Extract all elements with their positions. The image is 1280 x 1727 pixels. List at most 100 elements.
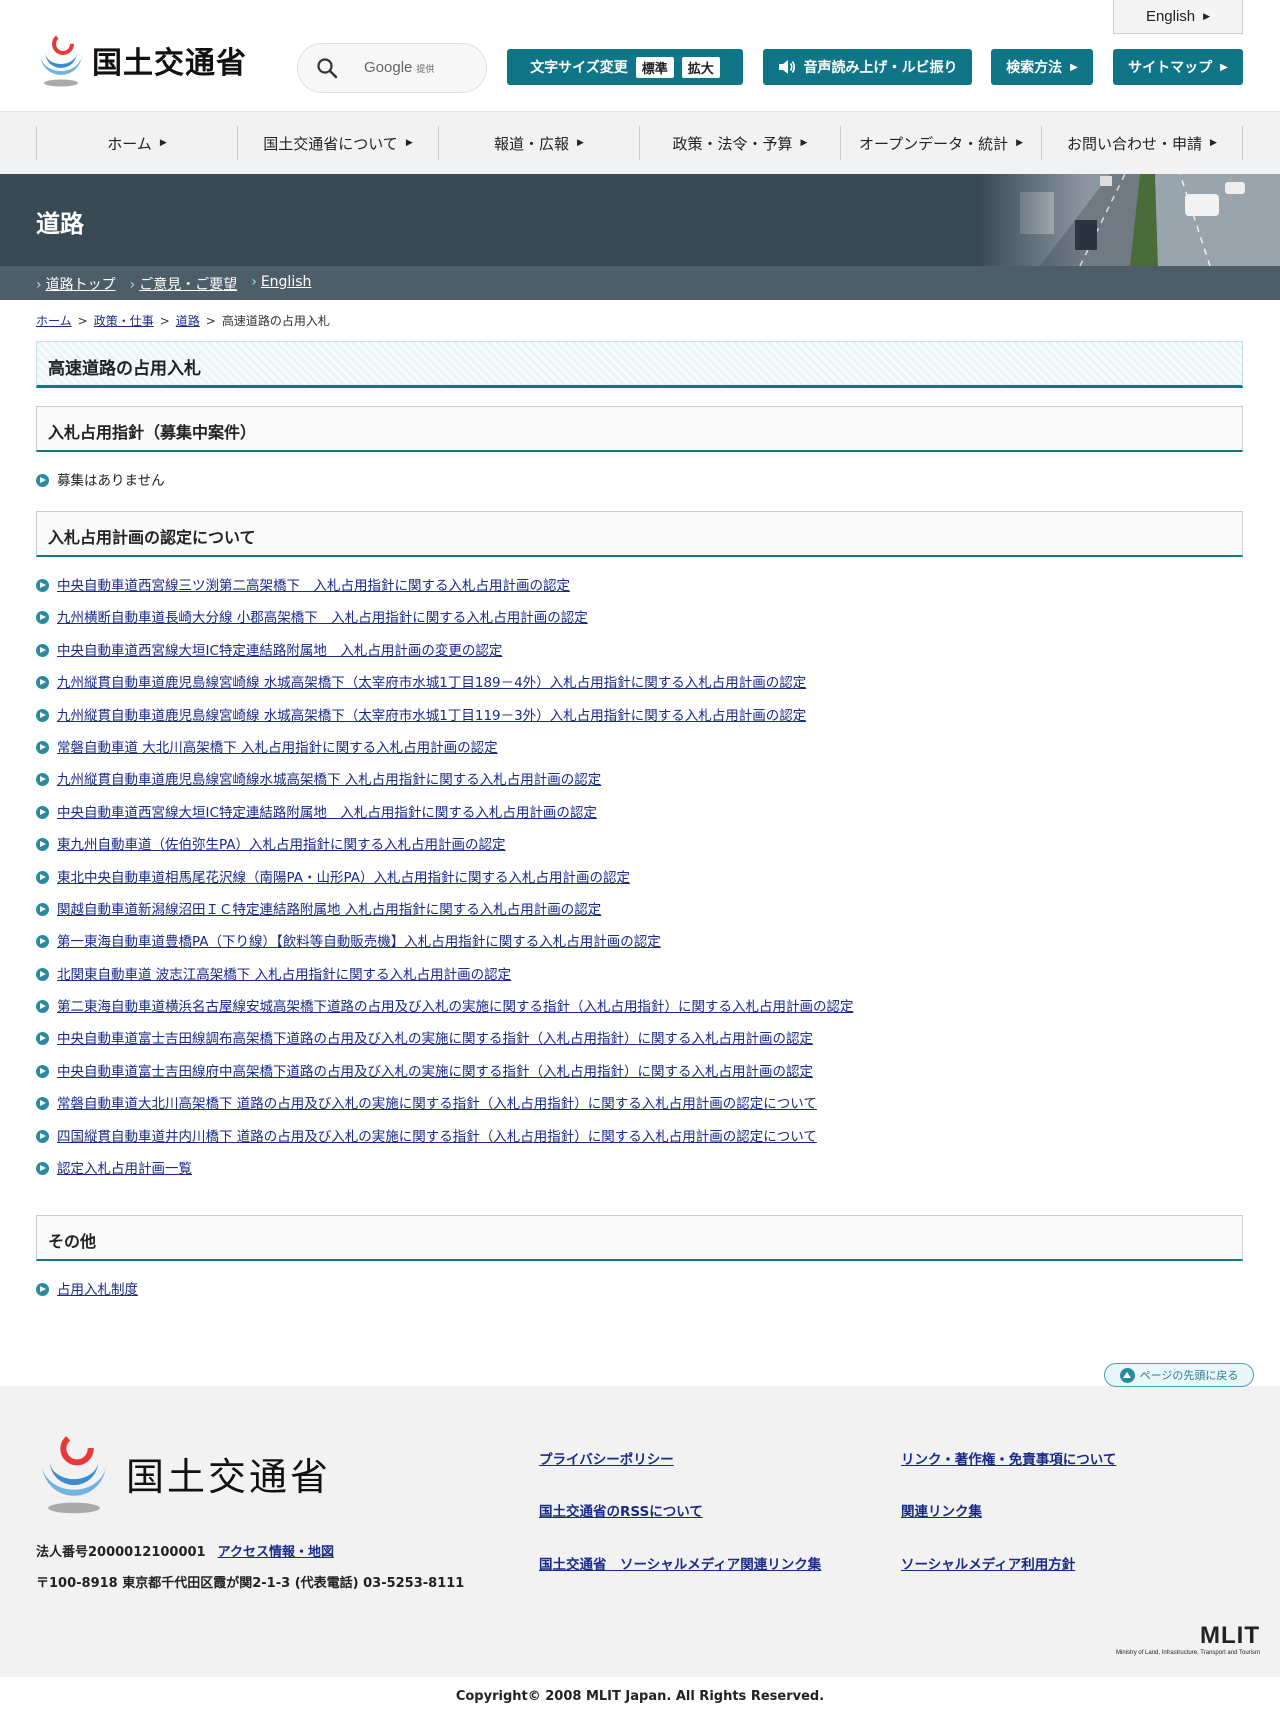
social-policy-link[interactable]: ソーシャルメディア利用方針 bbox=[901, 1553, 1075, 1573]
gnav-item-press[interactable]: 報道・広報 ▶ bbox=[439, 126, 640, 160]
list-item[interactable]: 九州縦貫自動車道鹿児島線宮崎線水城高架橋下 入札占用指針に関する入札占用計画の認… bbox=[36, 770, 854, 802]
breadcrumb-home[interactable]: ホーム bbox=[36, 314, 72, 328]
subnav-road-top[interactable]: 道路トップ bbox=[36, 274, 116, 294]
sitemap-button[interactable]: サイトマップ ▶ bbox=[1113, 49, 1243, 85]
font-size-standard-button[interactable]: 標準 bbox=[635, 56, 674, 78]
search-provider: Google 提供 bbox=[364, 59, 435, 76]
certification-link[interactable]: 第一東海自動車道豊橋PA（下り線）【飲料等自動販売機】入札占用指針に関する入札占… bbox=[57, 934, 661, 950]
certification-link[interactable]: 関越自動車道新潟線沼田ＩＣ特定連結路附属地 入札占用指針に関する入札占用計画の認… bbox=[57, 902, 601, 918]
certification-link[interactable]: 中央自動車道西宮線大垣IC特定連結路附属地 入札占用計画の変更の認定 bbox=[57, 643, 502, 659]
bullet-arrow-icon bbox=[36, 967, 49, 981]
section-subnav: 道路トップ ご意見・ご要望 English bbox=[0, 266, 1280, 300]
highway-photo bbox=[980, 174, 1280, 266]
mlit-logo[interactable]: 国土交通省 bbox=[36, 32, 266, 88]
font-size-large-button[interactable]: 拡大 bbox=[681, 56, 720, 78]
related-links-link[interactable]: 関連リンク集 bbox=[901, 1500, 982, 1520]
certification-link[interactable]: 常磐自動車道大北川高架橋下 道路の占用及び入札の実施に関する指針（入札占用指針）… bbox=[57, 1096, 817, 1112]
subnav-english[interactable]: English bbox=[251, 274, 312, 294]
list-item[interactable]: 認定入札占用計画一覧 bbox=[36, 1159, 854, 1191]
footer-logo[interactable]: 国土交通省 bbox=[36, 1428, 336, 1518]
bullet-arrow-icon bbox=[36, 805, 49, 819]
list-item[interactable]: 四国縦貫自動車道井内川橋下 道路の占用及び入札の実施に関する指針（入札占用指針）… bbox=[36, 1127, 854, 1159]
rss-link[interactable]: 国土交通省のRSSについて bbox=[539, 1500, 703, 1520]
list-item[interactable]: 中央自動車道富士吉田線府中高架橋下道路の占用及び入札の実施に関する指針（入札占用… bbox=[36, 1062, 854, 1094]
certification-link[interactable]: 九州縦貫自動車道鹿児島線宮崎線 水城高架橋下（太宰府市水城1丁目119－3外）入… bbox=[57, 708, 806, 724]
site-footer: 国土交通省 法人番号2000012100001 アクセス情報・地図 〒100-89… bbox=[0, 1386, 1280, 1677]
certification-link[interactable]: 九州横断自動車道長崎大分線 小郡高架橋下 入札占用指針に関する入札占用計画の認定 bbox=[57, 610, 588, 626]
privacy-policy-link[interactable]: プライバシーポリシー bbox=[539, 1448, 674, 1468]
breadcrumb-policy[interactable]: 政策・仕事 bbox=[94, 314, 154, 328]
certification-link[interactable]: 九州縦貫自動車道鹿児島線宮崎線水城高架橋下 入札占用指針に関する入札占用計画の認… bbox=[57, 772, 601, 788]
gnav-item-home[interactable]: ホーム ▶ bbox=[37, 126, 238, 160]
social-links-link[interactable]: 国土交通省 ソーシャルメディア関連リンク集 bbox=[539, 1553, 821, 1573]
triangle-right-icon: ▶ bbox=[1070, 61, 1078, 73]
corporate-number: 法人番号2000012100001 アクセス情報・地図 bbox=[36, 1545, 334, 1560]
certification-link[interactable]: 東北中央自動車道相馬尾花沢線（南陽PA・山形PA）入札占用指針に関する入札占用計… bbox=[57, 870, 630, 886]
certification-link[interactable]: 第二東海自動車道横浜名古屋線安城高架橋下道路の占用及び入札の実施に関する指針（入… bbox=[57, 999, 854, 1015]
gnav-item-policy[interactable]: 政策・法令・予算 ▶ bbox=[640, 126, 841, 160]
certification-link[interactable]: 中央自動車道西宮線大垣IC特定連結路附属地 入札占用指針に関する入札占用計画の認… bbox=[57, 805, 597, 821]
bullet-arrow-icon bbox=[36, 935, 49, 949]
certification-link[interactable]: 北関東自動車道 波志江高架橋下 入札占用指針に関する入札占用計画の認定 bbox=[57, 967, 511, 983]
list-item[interactable]: 東九州自動車道（佐伯弥生PA）入札占用指針に関する入札占用計画の認定 bbox=[36, 835, 854, 867]
bullet-arrow-icon bbox=[36, 1162, 49, 1176]
footer-logo-text: 国土交通省 bbox=[126, 1455, 332, 1499]
bullet-arrow-icon bbox=[36, 643, 49, 657]
list-item[interactable]: 九州縦貫自動車道鹿児島線宮崎線 水城高架橋下（太宰府市水城1丁目119－3外）入… bbox=[36, 706, 854, 738]
search-input[interactable]: Google 提供 bbox=[297, 43, 487, 93]
gnav-item-opendata[interactable]: オープンデータ・統計 ▶ bbox=[841, 126, 1042, 160]
english-label: English bbox=[1145, 8, 1196, 25]
bullet-arrow-icon bbox=[36, 474, 49, 487]
gnav-item-contact[interactable]: お問い合わせ・申請 ▶ bbox=[1042, 126, 1243, 160]
search-method-label: 検索方法 bbox=[1006, 60, 1063, 76]
certification-link[interactable]: 中央自動車道富士吉田線調布高架橋下道路の占用及び入札の実施に関する指針（入札占用… bbox=[57, 1031, 813, 1047]
certification-link[interactable]: 九州縦貫自動車道鹿児島線宮崎線 水城高架橋下（太宰府市水城1丁目189－4外）入… bbox=[57, 675, 806, 691]
site-header: 国土交通省 Google 提供 文字サイズ変更 標準 拡大 音声読み上げ・ルビ振り… bbox=[0, 0, 1280, 111]
certification-link[interactable]: 常磐自動車道 大北川高架橋下 入札占用指針に関する入札占用計画の認定 bbox=[57, 740, 498, 756]
certification-link[interactable]: 中央自動車道西宮線三ツ渕第二高架橋下 入札占用指針に関する入札占用計画の認定 bbox=[57, 578, 570, 594]
logo-text: 国土交通省 bbox=[92, 46, 247, 81]
list-item[interactable]: 東北中央自動車道相馬尾花沢線（南陽PA・山形PA）入札占用指針に関する入札占用計… bbox=[36, 868, 854, 900]
list-item[interactable]: 第二東海自動車道横浜名古屋線安城高架橋下道路の占用及び入札の実施に関する指針（入… bbox=[36, 997, 854, 1029]
list-item[interactable]: 中央自動車道西宮線大垣IC特定連結路附属地 入札占用指針に関する入札占用計画の認… bbox=[36, 803, 854, 835]
bullet-arrow-icon bbox=[36, 579, 49, 592]
search-icon[interactable] bbox=[316, 57, 338, 79]
search-method-button[interactable]: 検索方法 ▶ bbox=[991, 49, 1093, 85]
page-top-button[interactable]: ページの先頭に戻る bbox=[1104, 1363, 1254, 1387]
section-heading-certification: 入札占用計画の認定について bbox=[36, 511, 1243, 557]
certification-link[interactable]: 認定入札占用計画一覧 bbox=[57, 1161, 192, 1177]
triangle-right-icon: ▶ bbox=[405, 138, 413, 148]
speech-ruby-button[interactable]: 音声読み上げ・ルビ振り bbox=[763, 49, 972, 85]
breadcrumb-road[interactable]: 道路 bbox=[176, 314, 200, 328]
certification-link[interactable]: 四国縦貫自動車道井内川橋下 道路の占用及び入札の実施に関する指針（入札占用指針）… bbox=[57, 1129, 817, 1145]
english-button[interactable]: English ▶ bbox=[1113, 0, 1243, 34]
bullet-arrow-icon bbox=[36, 773, 49, 787]
bullet-arrow-icon bbox=[36, 1097, 49, 1111]
bullet-arrow-icon bbox=[36, 902, 49, 916]
list-item[interactable]: 北関東自動車道 波志江高架橋下 入札占用指針に関する入札占用計画の認定 bbox=[36, 965, 854, 997]
link-occupancy-bid-system[interactable]: 占用入札制度 bbox=[57, 1282, 138, 1298]
list-item[interactable]: 常磐自動車道大北川高架橋下 道路の占用及び入札の実施に関する指針（入札占用指針）… bbox=[36, 1094, 854, 1126]
triangle-right-icon: ▶ bbox=[159, 138, 167, 148]
gnav-item-about[interactable]: 国土交通省について ▶ bbox=[238, 126, 439, 160]
section-heading-recruiting: 入札占用指針（募集中案件） bbox=[36, 406, 1243, 452]
list-item[interactable]: 中央自動車道西宮線大垣IC特定連結路附属地 入札占用計画の変更の認定 bbox=[36, 641, 854, 673]
certification-link[interactable]: 東九州自動車道（佐伯弥生PA）入札占用指針に関する入札占用計画の認定 bbox=[57, 837, 506, 853]
list-item[interactable]: 中央自動車道富士吉田線調布高架橋下道路の占用及び入札の実施に関する指針（入札占用… bbox=[36, 1029, 854, 1061]
list-item[interactable]: 九州横断自動車道長崎大分線 小郡高架橋下 入札占用指針に関する入札占用計画の認定 bbox=[36, 608, 854, 640]
copyright-link[interactable]: リンク・著作権・免責事項について bbox=[901, 1448, 1116, 1468]
list-item[interactable]: 中央自動車道西宮線三ツ渕第二高架橋下 入札占用指針に関する入札占用計画の認定 bbox=[36, 576, 854, 608]
subnav-feedback[interactable]: ご意見・ご要望 bbox=[130, 274, 237, 294]
list-item[interactable]: 占用入札制度 bbox=[36, 1280, 138, 1312]
list-item[interactable]: 九州縦貫自動車道鹿児島線宮崎線 水城高架橋下（太宰府市水城1丁目189－4外）入… bbox=[36, 673, 854, 705]
speaker-icon bbox=[778, 60, 795, 74]
triangle-right-icon: ▶ bbox=[1220, 61, 1228, 73]
font-size-control: 文字サイズ変更 標準 拡大 bbox=[507, 49, 743, 85]
access-map-link[interactable]: アクセス情報・地図 bbox=[218, 1545, 334, 1560]
page-title: 高速道路の占用入札 bbox=[36, 341, 1243, 388]
list-item[interactable]: 常磐自動車道 大北川高架橋下 入札占用指針に関する入札占用計画の認定 bbox=[36, 738, 854, 770]
bullet-arrow-icon bbox=[36, 1032, 49, 1046]
list-item[interactable]: 第一東海自動車道豊橋PA（下り線）【飲料等自動販売機】入札占用指針に関する入札占… bbox=[36, 932, 854, 964]
certification-link[interactable]: 中央自動車道富士吉田線府中高架橋下道路の占用及び入札の実施に関する指針（入札占用… bbox=[57, 1064, 813, 1080]
list-item[interactable]: 関越自動車道新潟線沼田ＩＣ特定連結路附属地 入札占用指針に関する入札占用計画の認… bbox=[36, 900, 854, 932]
